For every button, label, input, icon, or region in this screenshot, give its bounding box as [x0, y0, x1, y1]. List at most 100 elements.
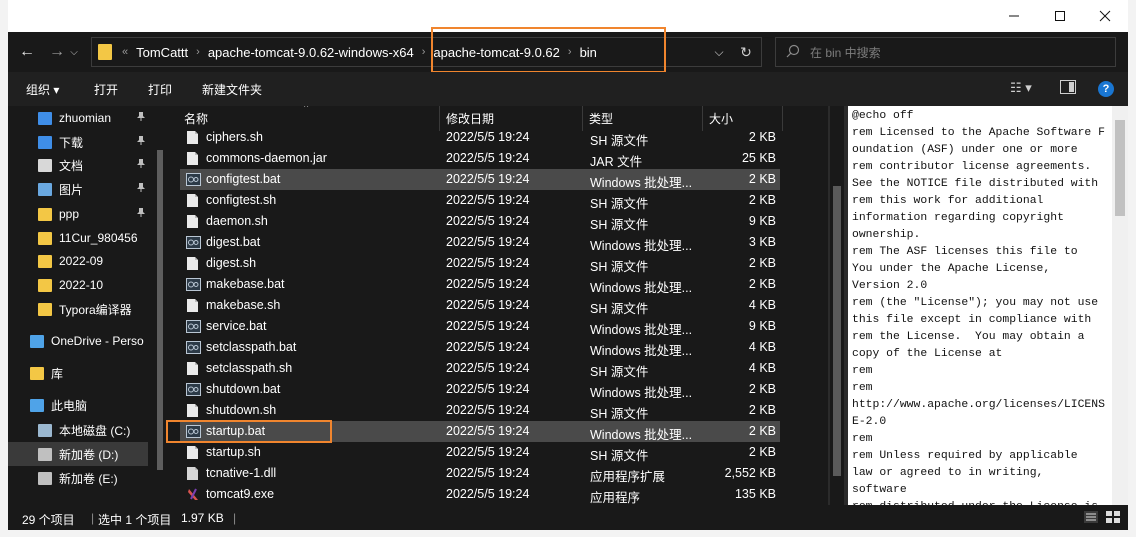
folder-icon: [98, 44, 112, 60]
folder-icon: [38, 231, 52, 245]
file-modified-date: 2022/5/5 19:24: [446, 193, 530, 207]
file-row[interactable]: tcnative-1.dll 2022/5/5 19:24 应用程序扩展 2,552 …: [180, 463, 780, 484]
file-row[interactable]: setclasspath.bat 2022/5/5 19:24 Windows 批处…: [180, 337, 780, 358]
sidebar-item-label: 本地磁盘 (C:): [59, 423, 131, 438]
sidebar-item[interactable]: Typora编译器: [8, 297, 148, 321]
sidebar-item-label: 2022-10: [59, 278, 104, 292]
sidebar-item[interactable]: 11Cur_980456: [8, 226, 148, 250]
refresh-button[interactable]: ↻: [735, 38, 757, 66]
address-dropdown-button[interactable]: ⌵: [708, 38, 730, 66]
preview-pane-button[interactable]: [1060, 80, 1076, 97]
back-button[interactable]: ←: [14, 40, 40, 64]
folder-icon: [38, 111, 52, 125]
file-row[interactable]: startup.sh 2022/5/5 19:24 SH 源文件 2 KB: [180, 442, 780, 463]
help-button[interactable]: ?: [1098, 81, 1114, 97]
selection-size: 1.97 KB: [181, 511, 224, 525]
file-type: SH 源文件: [590, 365, 649, 379]
close-button[interactable]: [1082, 0, 1128, 32]
dll-file-icon: [186, 466, 199, 481]
file-row[interactable]: daemon.sh 2022/5/5 19:24 SH 源文件 9 KB: [180, 211, 780, 232]
doc-file-icon: [186, 151, 199, 166]
file-name: makebase.bat: [206, 277, 285, 291]
file-name: makebase.sh: [206, 298, 281, 312]
file-list-scrollbar[interactable]: [830, 106, 844, 505]
file-type: Windows 批处理...: [590, 344, 693, 358]
background-left: [0, 0, 8, 537]
sidebar-item[interactable]: 此电脑: [8, 393, 148, 417]
maximize-button[interactable]: [1037, 0, 1083, 32]
sh-file-icon: [186, 403, 199, 418]
file-size: 2 KB: [748, 130, 776, 144]
file-row[interactable]: service.bat 2022/5/5 19:24 Windows 批处理... 9…: [180, 316, 780, 337]
details-view-button[interactable]: [1084, 511, 1098, 526]
folder-icon: [38, 135, 52, 149]
sidebar-item[interactable]: 文档: [8, 153, 148, 177]
large-icons-view-button[interactable]: [1106, 511, 1120, 526]
file-row[interactable]: configtest.bat 2022/5/5 19:24 Windows 批处理.…: [180, 169, 780, 190]
pin-icon: [136, 158, 146, 171]
sidebar-item[interactable]: OneDrive - Perso: [8, 329, 148, 353]
sidebar-item[interactable]: 库: [8, 361, 148, 385]
file-name: shutdown.sh: [206, 403, 277, 417]
folder-icon: [38, 423, 52, 437]
breadcrumb-overflow[interactable]: «: [122, 46, 128, 58]
sidebar-item[interactable]: 本地磁盘 (C:): [8, 418, 148, 442]
breadcrumb-separator[interactable]: ›: [422, 46, 426, 58]
file-row[interactable]: tomcat9.exe 2022/5/5 19:24 应用程序 135 KB: [180, 484, 780, 505]
file-row[interactable]: digest.sh 2022/5/5 19:24 SH 源文件 2 KB: [180, 253, 780, 274]
chevron-down-icon: ⌵: [70, 46, 78, 58]
sidebar-item[interactable]: zhuomian: [8, 106, 148, 130]
sidebar-item[interactable]: ppp: [8, 202, 148, 226]
breadcrumb-tomcattt[interactable]: TomCattt: [136, 45, 188, 60]
view-options-button[interactable]: ☷ ▾: [1010, 80, 1032, 96]
file-row[interactable]: ciphers.sh 2022/5/5 19:24 SH 源文件 2 KB: [180, 127, 780, 148]
file-size: 2 KB: [748, 445, 776, 459]
search-icon: [786, 44, 800, 61]
breadcrumb-separator[interactable]: ›: [196, 46, 200, 58]
file-row[interactable]: setclasspath.sh 2022/5/5 19:24 SH 源文件 4 KB: [180, 358, 780, 379]
sidebar-item[interactable]: 新加卷 (E:): [8, 466, 148, 490]
chevron-down-icon: ⌵: [714, 44, 724, 59]
sh-file-icon: [186, 445, 199, 460]
file-name: daemon.sh: [206, 214, 268, 228]
new-folder-button[interactable]: 新建文件夹: [202, 81, 262, 98]
file-row[interactable]: commons-daemon.jar 2022/5/5 19:24 JAR 文件 25…: [180, 148, 780, 169]
file-modified-date: 2022/5/5 19:24: [446, 424, 530, 438]
preview-scrollbar[interactable]: [1112, 106, 1128, 506]
folder-icon: [38, 254, 52, 268]
pin-icon: [136, 135, 146, 148]
file-size: 2 KB: [748, 193, 776, 207]
recent-locations-button[interactable]: ⌵: [66, 40, 82, 64]
file-modified-date: 2022/5/5 19:24: [446, 298, 530, 312]
search-box[interactable]: 在 bin 中搜索: [775, 37, 1116, 67]
file-modified-date: 2022/5/5 19:24: [446, 466, 530, 480]
file-row[interactable]: digest.bat 2022/5/5 19:24 Windows 批处理... 3 …: [180, 232, 780, 253]
file-type: SH 源文件: [590, 197, 649, 211]
selection-count: 选中 1 个项目: [98, 513, 172, 527]
sidebar-item[interactable]: 图片: [8, 177, 148, 201]
minimize-button[interactable]: [991, 0, 1037, 32]
file-row[interactable]: makebase.bat 2022/5/5 19:24 Windows 批处理...…: [180, 274, 780, 295]
file-type: JAR 文件: [590, 155, 643, 169]
file-row[interactable]: shutdown.bat 2022/5/5 19:24 Windows 批处理...…: [180, 379, 780, 400]
organize-button[interactable]: 组织 ▾: [26, 81, 59, 98]
file-size: 2 KB: [748, 382, 776, 396]
file-row[interactable]: shutdown.sh 2022/5/5 19:24 SH 源文件 2 KB: [180, 400, 780, 421]
open-button[interactable]: 打开: [94, 81, 118, 98]
file-size: 2 KB: [748, 403, 776, 417]
sidebar-item[interactable]: 2022-10: [8, 273, 148, 297]
file-name: startup.sh: [206, 445, 261, 459]
file-row[interactable]: configtest.sh 2022/5/5 19:24 SH 源文件 2 KB: [180, 190, 780, 211]
file-row[interactable]: makebase.sh 2022/5/5 19:24 SH 源文件 4 KB: [180, 295, 780, 316]
sidebar-item[interactable]: 下载: [8, 130, 148, 154]
sidebar-item[interactable]: 2022-09: [8, 249, 148, 273]
startup-bat-highlight-box: [166, 420, 332, 443]
status-separator: |: [91, 511, 95, 525]
breadcrumb-windows-x64[interactable]: apache-tomcat-9.0.62-windows-x64: [208, 45, 414, 60]
sidebar-scrollbar[interactable]: [156, 120, 164, 475]
sidebar-item[interactable]: 新加卷 (D:): [8, 442, 148, 466]
sidebar-item-label: 下载: [59, 135, 84, 150]
minimize-icon: [1008, 10, 1020, 22]
file-name: tomcat9.exe: [206, 487, 275, 501]
print-button[interactable]: 打印: [148, 81, 172, 98]
